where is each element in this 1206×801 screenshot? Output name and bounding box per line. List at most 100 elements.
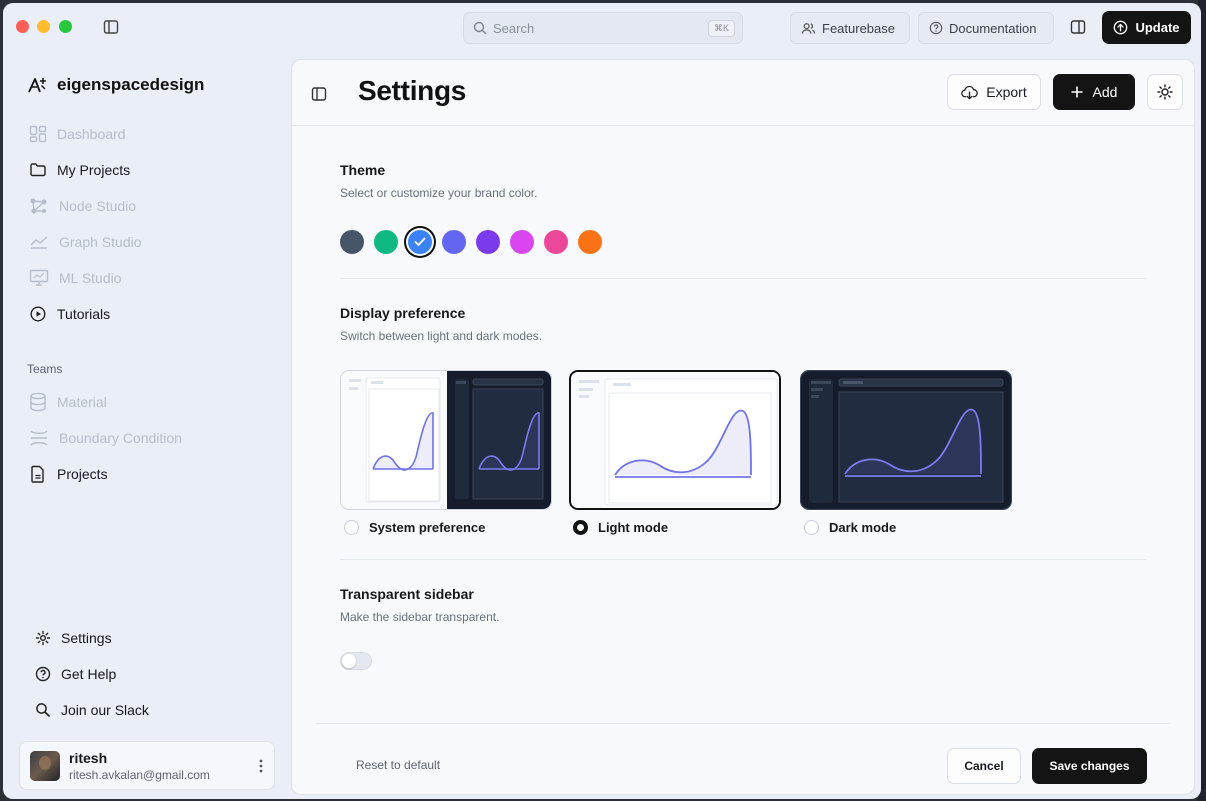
update-label: Update [1135, 20, 1180, 35]
add-label: Add [1092, 84, 1118, 100]
app-window: Search ⌘K Featurebase Documentation Upda… [3, 3, 1201, 799]
sidebar-item-label: Node Studio [59, 198, 137, 214]
toggle-knob [342, 654, 356, 668]
light-mode-label: Light mode [598, 520, 669, 535]
add-button[interactable]: Add [1053, 74, 1135, 110]
reset-to-default-link[interactable]: Reset to default [356, 758, 440, 772]
sidebar-toggle-icon[interactable] [103, 19, 119, 35]
display-description: Switch between light and dark modes. [340, 329, 543, 343]
swatch-green[interactable] [374, 230, 398, 254]
logo-icon [28, 78, 46, 93]
sidebar-item-projects[interactable]: Projects [29, 461, 108, 487]
more-vertical-icon[interactable] [258, 758, 264, 774]
sidebar-item-dashboard[interactable]: Dashboard [29, 121, 126, 147]
help-circle-icon [35, 666, 51, 682]
nodes-icon [30, 198, 47, 214]
update-button[interactable]: Update [1102, 11, 1191, 44]
user-email: ritesh.avkalan@gmail.com [69, 768, 210, 782]
search-input[interactable]: Search ⌘K [463, 12, 743, 44]
sidebar-item-label: Graph Studio [59, 234, 142, 250]
divider [340, 278, 1146, 279]
chart-line-icon [30, 236, 48, 249]
plus-icon [1071, 86, 1083, 98]
divider [340, 559, 1146, 560]
gear-icon [35, 630, 51, 646]
system-mode-option[interactable]: System preference [344, 520, 485, 535]
minimize-window-button[interactable] [37, 20, 50, 33]
sidebar-item-label: Tutorials [57, 306, 111, 322]
user-card[interactable]: ritesh ritesh.avkalan@gmail.com [19, 741, 275, 790]
sidebar-item-label: My Projects [57, 162, 131, 178]
transparent-sidebar-title: Transparent sidebar [340, 586, 474, 602]
transparent-sidebar-toggle[interactable] [340, 652, 372, 670]
featurebase-button[interactable]: Featurebase [790, 12, 910, 44]
swatch-orange[interactable] [578, 230, 602, 254]
theme-description: Select or customize your brand color. [340, 186, 538, 200]
swatch-violet[interactable] [476, 230, 500, 254]
titlebar: Search ⌘K Featurebase Documentation Upda… [3, 3, 1201, 51]
upload-circle-icon [1114, 20, 1128, 35]
system-mode-preview[interactable] [340, 370, 552, 510]
swatch-blue[interactable] [408, 230, 432, 254]
sidebar-item-join-slack[interactable]: Join our Slack [35, 697, 149, 723]
sidebar-item-label: Boundary Condition [59, 430, 182, 446]
sidebar-toggle-icon[interactable] [311, 86, 327, 102]
sidebar-item-get-help[interactable]: Get Help [35, 661, 116, 687]
sidebar-item-settings[interactable]: Settings [35, 625, 112, 651]
light-mode-option[interactable]: Light mode [573, 520, 668, 535]
sidebar-item-tutorials[interactable]: Tutorials [29, 301, 110, 327]
dark-mode-radio[interactable] [804, 520, 819, 535]
user-name: ritesh [69, 750, 108, 766]
panel-header: Settings Export Add [292, 60, 1194, 126]
sidebar-item-boundary-condition[interactable]: Boundary Condition [29, 425, 182, 451]
swatch-fuchsia[interactable] [510, 230, 534, 254]
sidebar-item-graph-studio[interactable]: Graph Studio [29, 229, 142, 255]
sidebar: eigenspacedesign Dashboard My Projects N… [3, 51, 291, 799]
export-button[interactable]: Export [947, 74, 1041, 110]
panel-toggle-icon[interactable] [1070, 19, 1086, 35]
dashboard-icon [29, 125, 47, 143]
theme-title: Theme [340, 162, 386, 178]
sun-icon [1157, 84, 1173, 100]
documentation-button[interactable]: Documentation [918, 12, 1054, 44]
monitor-icon [29, 269, 49, 286]
avatar [30, 751, 60, 781]
save-changes-button[interactable]: Save changes [1032, 748, 1147, 784]
swatch-indigo[interactable] [442, 230, 466, 254]
light-mode-preview[interactable] [569, 370, 781, 510]
sidebar-item-label: Settings [61, 630, 112, 646]
cancel-button[interactable]: Cancel [947, 748, 1021, 784]
sidebar-item-node-studio[interactable]: Node Studio [29, 193, 136, 219]
dark-mode-preview[interactable] [800, 370, 1012, 510]
swatch-slate[interactable] [340, 230, 364, 254]
sidebar-item-label: Material [57, 394, 107, 410]
close-window-button[interactable] [16, 20, 29, 33]
brand[interactable]: eigenspacedesign [27, 75, 204, 95]
theme-toggle-button[interactable] [1147, 74, 1183, 110]
display-title: Display preference [340, 305, 466, 321]
search-icon [36, 703, 50, 717]
maximize-window-button[interactable] [59, 20, 72, 33]
boundary-icon [30, 430, 48, 446]
footer-divider [316, 723, 1170, 724]
settings-panel: Settings Export Add Theme Select or cust… [291, 59, 1195, 795]
swatch-pink[interactable] [544, 230, 568, 254]
search-shortcut: ⌘K [707, 20, 735, 37]
brand-name: eigenspacedesign [57, 75, 205, 94]
dark-mode-option[interactable]: Dark mode [804, 520, 896, 535]
sidebar-item-label: Join our Slack [61, 702, 149, 718]
light-mode-radio[interactable] [573, 520, 588, 535]
cloud-download-icon [961, 85, 979, 99]
system-mode-label: System preference [369, 520, 486, 535]
dark-preview-illustration [801, 371, 1011, 509]
folder-icon [30, 163, 46, 177]
light-preview-illustration [571, 372, 779, 508]
system-mode-radio[interactable] [344, 520, 359, 535]
sidebar-item-label: Get Help [61, 666, 117, 682]
sidebar-item-my-projects[interactable]: My Projects [29, 157, 130, 183]
check-icon [414, 237, 426, 246]
users-icon [801, 22, 816, 34]
teams-section-label: Teams [27, 362, 63, 376]
sidebar-item-material[interactable]: Material [29, 389, 107, 415]
sidebar-item-ml-studio[interactable]: ML Studio [29, 265, 122, 291]
